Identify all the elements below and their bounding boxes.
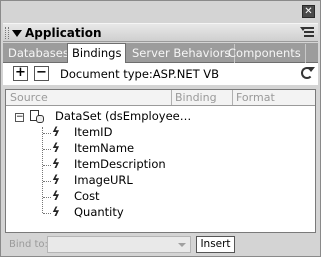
panel-title: Application [25,26,102,40]
refresh-icon[interactable] [301,67,315,79]
application-panel-window: ✕ Application Databases Bindings Server … [0,0,321,257]
grid-header: Source Binding Format [6,90,315,106]
dataset-node-label[interactable]: DataSet (dsEmployee… [55,109,191,123]
tab-components[interactable]: Components [224,44,306,63]
column-divider[interactable] [171,90,172,105]
dataset-icon [30,110,45,124]
close-button[interactable]: ✕ [302,5,315,18]
field-bolt-icon: ϟ [52,141,60,155]
document-type-label: Document type:ASP.NET VB [60,67,220,81]
field-bolt-icon: ϟ [52,173,60,187]
field-label: ImageURL [74,173,133,187]
remove-binding-button[interactable]: − [34,66,49,81]
tree-connector-line [42,127,43,213]
column-header-format[interactable]: Format [236,91,275,104]
field-label: Cost [74,189,100,203]
drag-grip-icon[interactable] [5,27,9,39]
bind-to-label: Bind to: [9,239,48,250]
field-bolt-icon: ϟ [52,157,60,171]
panel-title-bar[interactable]: Application [3,23,318,42]
field-label: Quantity [74,205,124,219]
collapse-triangle-icon[interactable] [12,30,22,37]
field-bolt-icon: ϟ [52,205,60,219]
column-divider[interactable] [232,90,233,105]
field-label: ItemID [74,125,113,139]
bindings-grid[interactable]: Source Binding Format − DataSet (dsEmplo… [5,89,316,233]
bind-to-bar: Bind to: Insert [3,235,318,255]
panel-options-menu-icon[interactable] [300,27,314,39]
column-header-source[interactable]: Source [10,91,48,104]
column-header-binding[interactable]: Binding [175,91,217,104]
field-label: ItemDescription [74,157,166,171]
tab-server-behaviors[interactable]: Server Behaviors [128,44,236,63]
tab-databases[interactable]: Databases [4,44,74,63]
insert-button[interactable]: Insert [196,236,235,253]
panel-group-strip: ✕ [1,1,320,22]
field-bolt-icon: ϟ [52,125,60,139]
tree-collapse-toggle[interactable]: − [15,113,24,122]
field-label: ItemName [74,141,135,155]
add-binding-button[interactable]: + [13,66,28,81]
field-bolt-icon: ϟ [52,189,60,203]
tab-bindings[interactable]: Bindings [67,43,127,64]
bind-to-select[interactable] [47,236,191,253]
tab-bar: Databases Bindings Server Behaviors Comp… [3,43,318,64]
bindings-toolbar: + − Document type:ASP.NET VB [3,63,318,85]
